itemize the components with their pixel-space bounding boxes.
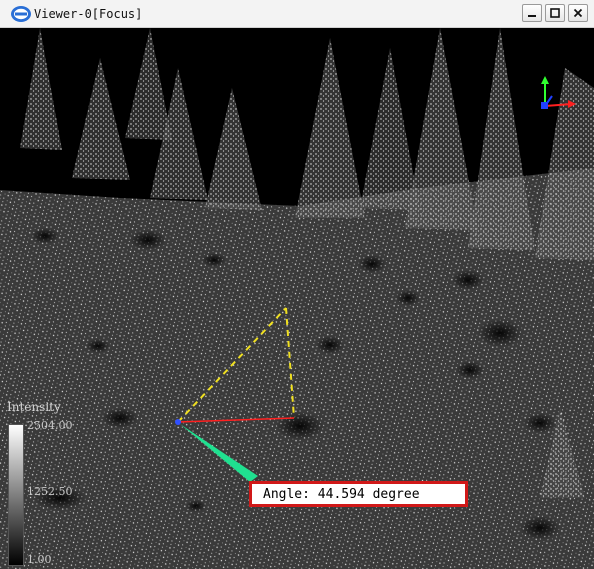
close-button[interactable]: [568, 4, 588, 22]
point-cloud-viewport[interactable]: Intensity 2504.00 1252.50 1.00 Angle: 44…: [0, 28, 594, 569]
angle-readout-box: Angle: 44.594 degree: [249, 481, 468, 507]
title-bar[interactable]: Viewer-0[Focus]: [0, 0, 594, 28]
colorbar-min-label: 1.00: [27, 553, 52, 566]
colorbar-title: Intensity: [7, 400, 61, 414]
close-icon: [573, 8, 583, 18]
colorbar-max-label: 2504.00: [27, 419, 73, 432]
lidar-app-logo-icon: [10, 5, 32, 23]
minimize-icon: [528, 15, 536, 17]
maximize-icon: [550, 8, 560, 18]
window-title: Viewer-0[Focus]: [34, 7, 143, 21]
viewer-window: Viewer-0[Focus] Intensity 2504.00 1252.5…: [0, 0, 594, 569]
angle-readout: Angle: 44.594 degree: [263, 487, 420, 502]
maximize-button[interactable]: [545, 4, 565, 22]
intensity-colorbar: [8, 424, 24, 566]
measurement-vertex[interactable]: [175, 419, 181, 425]
minimize-button[interactable]: [522, 4, 542, 22]
colorbar-mid-label: 1252.50: [27, 485, 73, 498]
